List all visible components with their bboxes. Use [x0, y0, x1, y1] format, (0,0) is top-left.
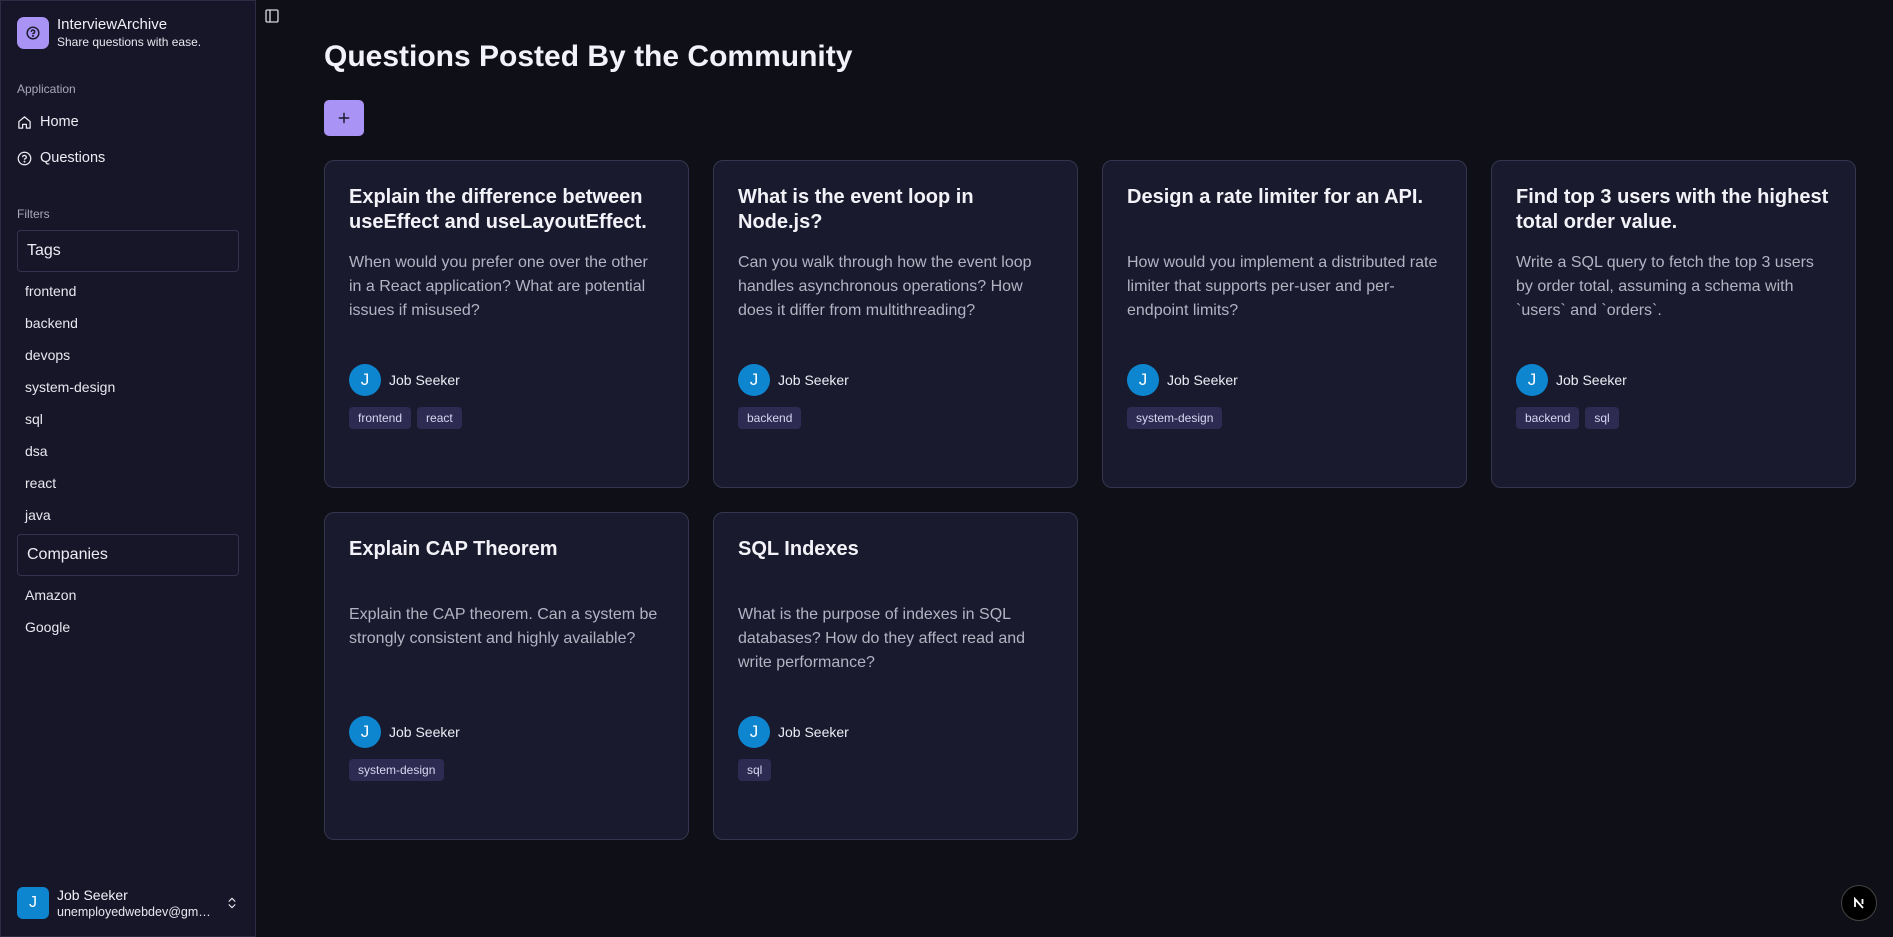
companies-filter-header[interactable]: Companies — [17, 534, 239, 576]
chevrons-up-down-icon — [228, 897, 236, 909]
filters-section-label: Filters — [17, 207, 50, 221]
question-title: Design a rate limiter for an API. — [1127, 186, 1424, 208]
application-section-label: Application — [17, 82, 76, 96]
question-body: Can you walk through how the event loop … — [738, 254, 1032, 319]
tag-badge: frontend — [349, 407, 412, 429]
help-circle-icon — [17, 17, 49, 49]
nextjs-logo-icon — [1854, 896, 1864, 909]
nav-home[interactable]: Home — [9, 104, 247, 140]
tag-filter-item[interactable]: react — [1, 467, 255, 499]
tags-filter-header[interactable]: Tags — [17, 230, 239, 272]
question-author: J Job Seeker — [738, 715, 1053, 749]
question-card[interactable]: SQL Indexes What is the purpose of index… — [713, 512, 1078, 840]
question-card[interactable]: Design a rate limiter for an API. How wo… — [1102, 160, 1467, 488]
home-icon — [18, 115, 31, 129]
question-title: What is the event loop in Node.js? — [738, 186, 974, 233]
question-card[interactable]: What is the event loop in Node.js? Can y… — [713, 160, 1078, 488]
question-body: Explain the CAP theorem. Can a system be… — [349, 606, 658, 647]
question-title: SQL Indexes — [738, 538, 859, 560]
sidebar: InterviewArchive Share questions with ea… — [0, 0, 256, 937]
tag-filter-item[interactable]: frontend — [1, 275, 255, 307]
question-card[interactable]: Explain the difference between useEffect… — [324, 160, 689, 488]
author-name: Job Seeker — [778, 372, 849, 388]
author-avatar: J — [738, 716, 770, 748]
author-name: Job Seeker — [778, 724, 849, 740]
nextjs-dev-badge[interactable] — [1841, 885, 1877, 921]
company-filter-item[interactable]: Google — [1, 611, 255, 643]
help-circle-icon — [17, 151, 32, 165]
tag-filter-item[interactable]: dsa — [1, 435, 255, 467]
tag-badge: backend — [738, 407, 802, 429]
tag-filter-item[interactable]: system-design — [1, 371, 255, 403]
question-body: How would you implement a distributed ra… — [1127, 254, 1438, 319]
tag-badge: system-design — [1127, 407, 1223, 429]
avatar: J — [17, 887, 49, 919]
tag-filter-item[interactable]: devops — [1, 339, 255, 371]
author-name: Job Seeker — [389, 372, 460, 388]
app-name: InterviewArchive — [57, 16, 168, 33]
page-title: Questions Posted By the Community — [324, 40, 853, 73]
brand[interactable]: InterviewArchive Share questions with ea… — [1, 1, 255, 51]
app-tagline: Share questions with ease. — [57, 35, 202, 49]
question-body: What is the purpose of indexes in SQL da… — [738, 606, 1026, 671]
question-body: When would you prefer one over the other… — [349, 254, 648, 319]
question-author: J Job Seeker — [738, 363, 1053, 397]
author-avatar: J — [349, 364, 381, 396]
tag-filter-item[interactable]: backend — [1, 307, 255, 339]
nav-questions-label: Questions — [40, 150, 106, 166]
tag-badge: react — [417, 407, 462, 429]
question-author: J Job Seeker — [349, 363, 664, 397]
add-question-button[interactable] — [324, 100, 364, 136]
question-title: Explain CAP Theorem — [349, 538, 558, 560]
tag-filter-item[interactable]: java — [1, 499, 255, 531]
user-menu[interactable]: J Job Seeker unemployedwebdev@gmail.com — [1, 870, 255, 936]
question-author: J Job Seeker — [349, 715, 664, 749]
question-author: J Job Seeker — [1516, 363, 1831, 397]
main-content: Questions Posted By the Community Explai… — [256, 0, 1893, 937]
nav-questions[interactable]: Questions — [9, 140, 247, 176]
author-name: Job Seeker — [1556, 372, 1627, 388]
tag-badge: backend — [1516, 407, 1580, 429]
author-avatar: J — [1127, 364, 1159, 396]
sidebar-toggle-button[interactable] — [262, 6, 282, 26]
user-email: unemployedwebdev@gmail.com — [57, 905, 217, 919]
panel-left-icon — [265, 9, 279, 23]
user-name: Job Seeker — [57, 887, 128, 903]
tag-badge: system-design — [349, 759, 445, 781]
author-avatar: J — [349, 716, 381, 748]
question-card[interactable]: Explain CAP Theorem Explain the CAP theo… — [324, 512, 689, 840]
nav-home-label: Home — [40, 114, 79, 130]
author-avatar: J — [1516, 364, 1548, 396]
author-avatar: J — [738, 364, 770, 396]
tag-filter-item[interactable]: sql — [1, 403, 255, 435]
question-body: Write a SQL query to fetch the top 3 use… — [1516, 254, 1814, 319]
company-filter-item[interactable]: Amazon — [1, 579, 255, 611]
tag-badge: sql — [1585, 407, 1619, 429]
author-name: Job Seeker — [1167, 372, 1238, 388]
question-card[interactable]: Find top 3 users with the highest total … — [1491, 160, 1856, 488]
question-title: Explain the difference between useEffect… — [349, 186, 647, 233]
question-title: Find top 3 users with the highest total … — [1516, 186, 1829, 233]
tag-badge: sql — [738, 759, 772, 781]
author-name: Job Seeker — [389, 724, 460, 740]
plus-icon — [338, 112, 350, 124]
question-author: J Job Seeker — [1127, 363, 1442, 397]
